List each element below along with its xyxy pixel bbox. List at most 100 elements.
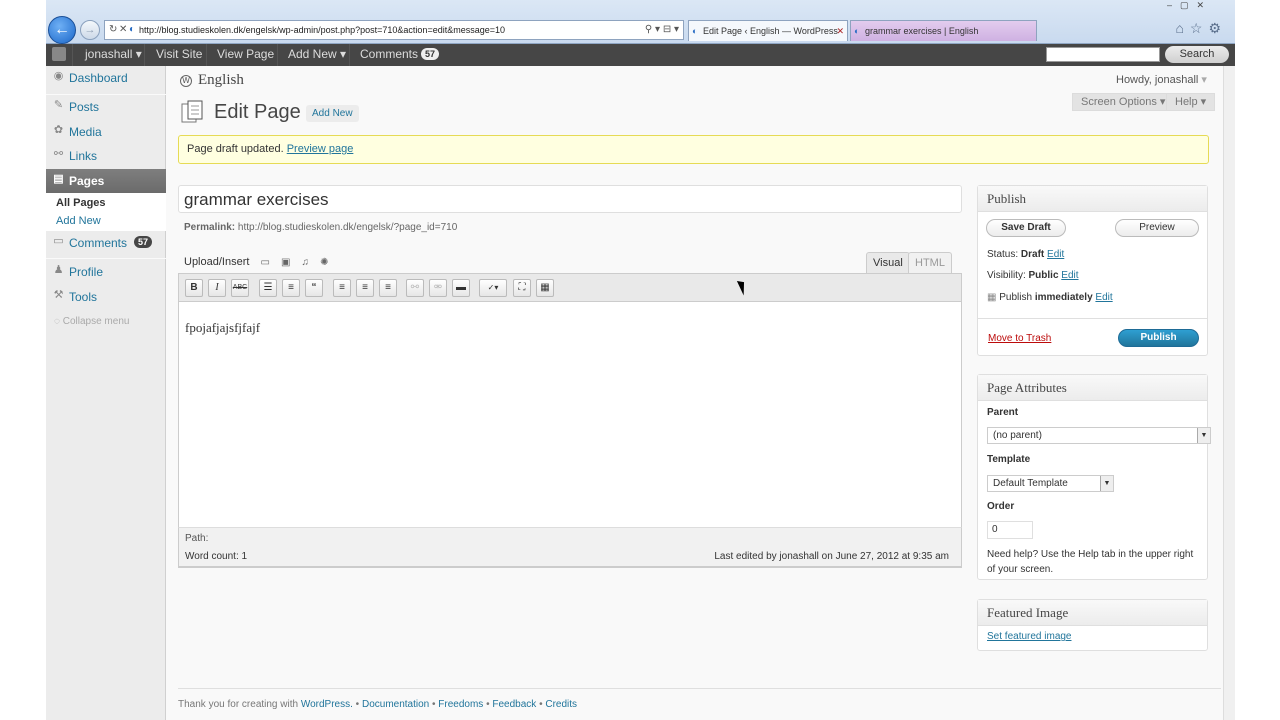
sidebar-item-comments[interactable]: ▭ Comments 57: [46, 231, 166, 255]
user-avatar-icon[interactable]: [52, 47, 66, 61]
fullscreen-button[interactable]: ⛶: [513, 279, 531, 297]
view-page-link[interactable]: View Page: [217, 44, 274, 66]
admin-bar-separator: [277, 44, 278, 66]
close-tab-icon[interactable]: ✕: [836, 21, 844, 41]
admin-search-button[interactable]: Search: [1165, 46, 1229, 63]
sidebar-item-label: Profile: [69, 265, 104, 279]
page-title-input[interactable]: grammar exercises: [178, 185, 962, 213]
visit-site-link[interactable]: Visit Site: [156, 44, 202, 66]
sidebar-item-pages[interactable]: ▤ Pages: [46, 169, 170, 193]
help-button[interactable]: Help ▾: [1166, 93, 1216, 111]
add-media-icon[interactable]: ✺: [320, 257, 328, 268]
blockquote-button[interactable]: “: [305, 279, 323, 297]
admin-bar-user[interactable]: jonashall ▾: [85, 44, 142, 66]
numbered-list-button[interactable]: ≡: [282, 279, 300, 297]
window-controls[interactable]: –▢✕: [1167, 0, 1227, 14]
freedoms-link[interactable]: Freedoms: [438, 699, 483, 710]
address-bar[interactable]: ↻ ✕ ◐ http://blog.studieskolen.dk/engels…: [104, 20, 684, 40]
edit-status-link[interactable]: Edit: [1047, 249, 1064, 260]
edit-visibility-link[interactable]: Edit: [1061, 270, 1078, 281]
submenu-all-pages[interactable]: All Pages: [56, 197, 106, 209]
comments-link[interactable]: Comments 57: [360, 44, 440, 66]
link-icon: ⚯: [53, 148, 64, 160]
sidebar-item-media[interactable]: ✿ Media: [46, 120, 166, 144]
italic-button[interactable]: I: [208, 279, 226, 297]
submenu-add-new[interactable]: Add New: [56, 215, 101, 227]
page-attributes-heading: Page Attributes: [978, 375, 1207, 401]
documentation-link[interactable]: Documentation: [362, 699, 429, 710]
align-right-button[interactable]: ≡: [379, 279, 397, 297]
admin-bar-separator: [349, 44, 350, 66]
edit-publish-time-link[interactable]: Edit: [1095, 292, 1112, 303]
add-new-page-button[interactable]: Add New: [306, 105, 359, 122]
tab-grammar-exercises[interactable]: ◐ grammar exercises | English: [850, 20, 1037, 41]
add-new-menu[interactable]: Add New ▾: [288, 44, 346, 66]
sidebar-item-label: Dashboard: [69, 71, 128, 85]
admin-bar: jonashall ▾ Visit Site View Page Add New…: [46, 44, 1235, 66]
align-left-button[interactable]: ≡: [333, 279, 351, 297]
update-notice: Page draft updated. Preview page: [178, 135, 1209, 164]
align-center-button[interactable]: ≡: [356, 279, 374, 297]
user-icon: ♟: [53, 264, 64, 276]
comments-label: Comments: [360, 47, 419, 61]
bullet-list-button[interactable]: ☰: [259, 279, 277, 297]
screen-options-button[interactable]: Screen Options ▾: [1072, 93, 1175, 111]
window-left-margin: [0, 0, 46, 720]
feedback-link[interactable]: Feedback: [492, 699, 536, 710]
add-image-icon[interactable]: ▭: [261, 257, 270, 268]
permalink-url[interactable]: http://blog.studieskolen.dk/engelsk/?pag…: [238, 222, 457, 233]
browser-toolbar-icons[interactable]: ⌂☆⚙: [1175, 20, 1227, 37]
credits-link[interactable]: Credits: [545, 699, 577, 710]
refresh-icon[interactable]: ↻: [109, 21, 117, 39]
back-icon[interactable]: ←: [48, 16, 76, 44]
sidebar-item-dashboard[interactable]: ◉ Dashboard: [46, 66, 166, 90]
address-search-icon[interactable]: ⚲ ▾ ⊟ ▾: [645, 21, 679, 39]
insert-link-button[interactable]: ⚯: [406, 279, 424, 297]
site-name-label: English: [198, 72, 244, 88]
collapse-menu-button[interactable]: ◌ Collapse menu: [54, 316, 129, 327]
move-to-trash-link[interactable]: Move to Trash: [988, 333, 1051, 344]
parent-select[interactable]: (no parent) ▼: [987, 427, 1211, 444]
tab-edit-page[interactable]: ◐ Edit Page ‹ English — WordPress ✕: [688, 20, 848, 41]
add-audio-icon[interactable]: ♫: [302, 257, 310, 268]
wordpress-link[interactable]: WordPress.: [301, 699, 353, 710]
visibility-value: Public: [1028, 270, 1059, 281]
more-tag-button[interactable]: ▬: [452, 279, 470, 297]
strikethrough-button[interactable]: ABC: [231, 279, 249, 297]
site-title: W English: [180, 72, 244, 89]
publish-time-row: ▦ Publish immediately Edit: [987, 292, 1113, 303]
status-label: Status:: [987, 249, 1019, 260]
order-input[interactable]: 0: [987, 521, 1033, 539]
publish-button[interactable]: Publish: [1118, 329, 1199, 347]
content-editor[interactable]: B I ABC ☰ ≡ “ ≡ ≡ ≡ ⚯ ⚮ ▬ ✓▾ ⛶ ▦ fpojafj…: [178, 273, 962, 568]
forward-icon[interactable]: →: [80, 20, 100, 40]
preview-button[interactable]: Preview: [1115, 219, 1199, 237]
kitchen-sink-button[interactable]: ▦: [536, 279, 554, 297]
howdy-user[interactable]: Howdy, jonashall ▾: [1116, 73, 1207, 86]
tab-page-icon: ◐: [854, 26, 860, 36]
page-attributes-box: Page Attributes Parent (no parent) ▼ Tem…: [977, 374, 1211, 580]
bold-button[interactable]: B: [185, 279, 203, 297]
footer-thanks: Thank you for creating with: [178, 699, 299, 710]
sidebar-item-posts[interactable]: ✎ Posts: [46, 95, 166, 119]
tab-visual[interactable]: Visual: [866, 252, 910, 273]
preview-page-link[interactable]: Preview page: [287, 143, 354, 155]
howdy-label: Howdy, jonashall: [1116, 74, 1199, 86]
sidebar-item-links[interactable]: ⚯ Links: [46, 144, 166, 168]
stop-icon[interactable]: ✕: [119, 21, 127, 39]
save-draft-button[interactable]: Save Draft: [986, 219, 1066, 237]
main-content: W English Howdy, jonashall ▾ Screen Optio…: [166, 66, 1223, 720]
comments-count-badge: 57: [134, 236, 153, 248]
set-featured-image-link[interactable]: Set featured image: [987, 631, 1072, 642]
spellcheck-button[interactable]: ✓▾: [479, 279, 507, 297]
tab-html[interactable]: HTML: [908, 252, 952, 273]
admin-search-input[interactable]: [1046, 47, 1160, 62]
sidebar-item-tools[interactable]: ⚒ Tools: [46, 285, 166, 309]
editor-content: fpojafjajsfjfajf: [185, 320, 261, 335]
unlink-button[interactable]: ⚮: [429, 279, 447, 297]
add-video-icon[interactable]: ▣: [281, 257, 290, 268]
last-edited: Last edited by jonashall on June 27, 201…: [714, 551, 949, 562]
template-select[interactable]: Default Template ▼: [987, 475, 1114, 492]
page-scrollbar[interactable]: [1223, 66, 1235, 720]
sidebar-item-profile[interactable]: ♟ Profile: [46, 260, 166, 284]
